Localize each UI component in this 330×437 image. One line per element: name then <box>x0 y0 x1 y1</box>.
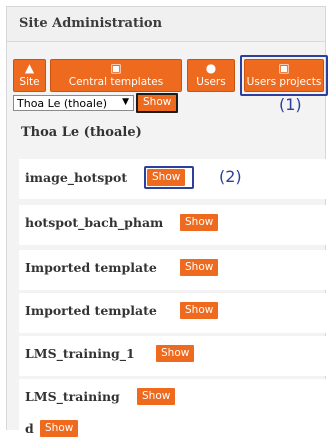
chevron-down-icon: ▼ <box>122 97 129 107</box>
users-icon: ● <box>205 61 217 75</box>
project-show-label: Show <box>185 216 214 228</box>
site-button[interactable]: ▲ Site <box>13 59 46 92</box>
users-button[interactable]: ● Users <box>187 59 235 92</box>
project-show-button[interactable]: Show <box>156 345 195 362</box>
project-name: hotspot_bach_pham <box>25 215 164 230</box>
users-projects-highlight <box>240 55 328 96</box>
project-name: Imported template <box>25 303 157 318</box>
project-show-label: Show <box>185 261 214 273</box>
user-show-label: Show <box>143 96 172 108</box>
project-show-label: Show <box>185 304 214 316</box>
document-icon: ▣ <box>110 61 122 75</box>
title-divider <box>7 41 325 42</box>
users-button-label: Users <box>196 76 226 88</box>
project-show-button[interactable]: Show <box>180 214 219 231</box>
admin-panel: Site Administration ▲ Site ▣ Central tem… <box>6 6 330 437</box>
selected-user-heading: Thoa Le (thoale) <box>21 125 142 140</box>
project-name: LMS_training_1 <box>25 346 135 361</box>
page-title: Site Administration <box>7 7 325 41</box>
user-select-value: Thoa Le (thoale) <box>17 97 108 110</box>
project-show-label: Show <box>142 390 171 402</box>
annotation-one: (1) <box>279 95 302 114</box>
project-name: Imported template <box>25 260 157 275</box>
user-select[interactable]: Thoa Le (thoale) ▼ <box>13 95 134 111</box>
show-button-highlight <box>144 166 194 189</box>
user-show-button[interactable]: Show <box>136 93 179 113</box>
project-show-button[interactable]: Show <box>180 259 219 276</box>
project-show-button[interactable]: Show <box>40 420 79 437</box>
central-templates-button[interactable]: ▣ Central templates <box>50 59 182 92</box>
project-name: image_hotspot <box>25 170 128 185</box>
project-show-button[interactable]: Show <box>180 302 219 319</box>
central-templates-label: Central templates <box>68 76 164 88</box>
project-show-label: Show <box>161 347 190 359</box>
project-name: d <box>25 421 34 436</box>
project-name: LMS_training <box>25 389 120 404</box>
annotation-two: (2) <box>219 167 242 186</box>
project-show-label: Show <box>45 422 74 434</box>
site-button-label: Site <box>19 76 40 88</box>
project-show-button[interactable]: Show <box>137 388 176 405</box>
site-icon: ▲ <box>24 61 35 75</box>
